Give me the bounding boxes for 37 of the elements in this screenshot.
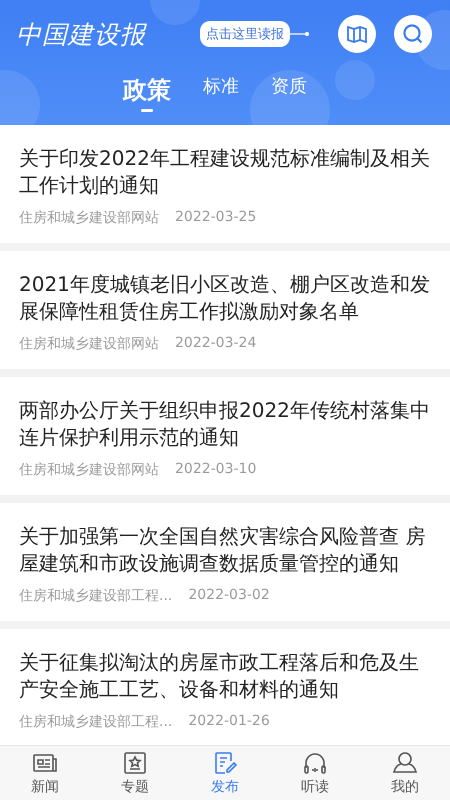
read-paper-button[interactable]: 点击这里读报 bbox=[200, 21, 290, 47]
article-source: 住房和城乡建设部工程... bbox=[19, 587, 172, 605]
decor-bubble bbox=[335, 60, 375, 100]
map-icon bbox=[346, 23, 368, 45]
nav-tab[interactable]: 专题 bbox=[90, 746, 180, 800]
article-card[interactable]: 两部办公厅关于组织申报2022年传统村落集中连片保护利用示范的通知 住房和城乡建设部网站 2022-03-10 bbox=[0, 377, 450, 495]
search-button[interactable] bbox=[394, 15, 432, 53]
article-date: 2022-03-25 bbox=[175, 209, 256, 227]
nav-tab[interactable]: 发布 bbox=[180, 746, 270, 800]
star-frame-icon bbox=[122, 750, 148, 776]
person-icon bbox=[392, 750, 418, 776]
article-card[interactable]: 关于征集拟淘汰的房屋市政工程落后和危及生产安全施工工艺、设备和材料的通知 住房和城乡建设部工程... 2022-01-26 bbox=[0, 629, 450, 745]
article-date: 2022-03-24 bbox=[175, 335, 256, 353]
headphones-icon bbox=[302, 750, 328, 776]
edit-note-icon bbox=[212, 750, 238, 776]
article-source: 住房和城乡建设部网站 bbox=[19, 335, 159, 353]
article-date: 2022-01-26 bbox=[188, 713, 270, 731]
article-title: 两部办公厅关于组织申报2022年传统村落集中连片保护利用示范的通知 bbox=[19, 397, 430, 451]
article-title: 2021年度城镇老旧小区改造、棚户区改造和发展保障性租赁住房工作拟激励对象名单 bbox=[19, 271, 430, 325]
article-card[interactable]: 关于加强第一次全国自然灾害综合风险普查 房屋建筑和市政设施调查数据质量管控的通知 住房和城乡建设部工程... 2022-03-02 bbox=[0, 503, 450, 621]
logo: 中国建设报 bbox=[16, 18, 146, 50]
article-title: 关于印发2022年工程建设规范标准编制及相关工作计划的通知 bbox=[19, 145, 430, 199]
nav-tab[interactable]: 听读 bbox=[270, 746, 360, 800]
article-title: 关于征集拟淘汰的房屋市政工程落后和危及生产安全施工工艺、设备和材料的通知 bbox=[19, 649, 420, 703]
map-button[interactable] bbox=[338, 15, 376, 53]
article-source: 住房和城乡建设部工程... bbox=[19, 713, 172, 731]
nav-tab[interactable]: 新闻 bbox=[0, 746, 90, 800]
nav-tab[interactable]: 我的 bbox=[360, 746, 450, 800]
article-card[interactable]: 关于印发2022年工程建设规范标准编制及相关工作计划的通知 住房和城乡建设部网站 2022-03-25 bbox=[0, 125, 450, 243]
article-card[interactable]: 2021年度城镇老旧小区改造、棚户区改造和发展保障性租赁住房工作拟激励对象名单 住房和城乡建设部网站 2022-03-24 bbox=[0, 251, 450, 369]
article-title: 关于加强第一次全国自然灾害综合风险普查 房屋建筑和市政设施调查数据质量管控的通知 bbox=[19, 523, 426, 577]
article-source: 住房和城乡建设部网站 bbox=[19, 461, 159, 479]
article-date: 2022-03-02 bbox=[188, 587, 270, 605]
search-icon bbox=[401, 22, 425, 46]
article-source: 住房和城乡建设部网站 bbox=[19, 209, 159, 227]
connector-line bbox=[290, 31, 310, 37]
article-date: 2022-03-10 bbox=[175, 461, 256, 479]
